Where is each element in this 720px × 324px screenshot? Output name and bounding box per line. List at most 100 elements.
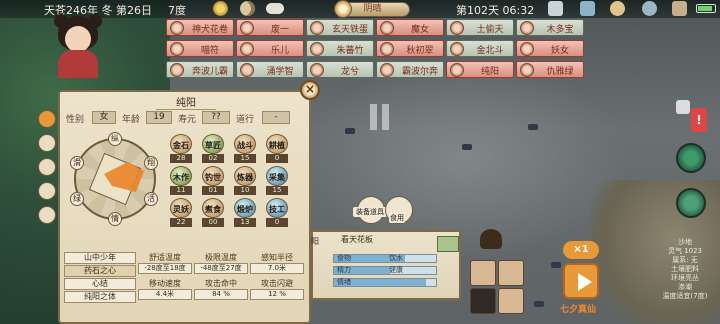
npc-button[interactable]: 龙兮 — [306, 61, 374, 78]
status-bar-label: 精力 — [337, 266, 351, 274]
npc-button[interactable]: 秋初翠 — [376, 40, 444, 57]
skill-slot[interactable]: 技工 0 — [266, 198, 288, 228]
npc-button[interactable]: 朱蕃竹 — [306, 40, 374, 57]
npc-button[interactable]: 废一 — [236, 19, 304, 36]
skill-slot[interactable]: 草匠 02 — [202, 134, 224, 164]
character-portrait[interactable] — [48, 12, 108, 78]
npc-button[interactable]: 魔女 — [376, 19, 444, 36]
lifespan-label: 寿元 — [178, 115, 197, 125]
npc-button[interactable]: 仇雅绿 — [516, 61, 584, 78]
bagua-chart: 纵翔活情 绿 滑 — [70, 132, 158, 226]
skill-name: 金石 — [173, 141, 189, 150]
npc-button[interactable]: 奔波儿霸 — [166, 61, 234, 78]
save-icon[interactable] — [548, 1, 563, 16]
build-tile[interactable] — [498, 288, 524, 314]
weather-badge[interactable]: 阴晴 — [334, 0, 410, 18]
auto-label: 七夕真仙 — [560, 305, 597, 315]
npc-button[interactable]: 霸波尔奔 — [376, 61, 444, 78]
tile-info-line: 环境亮丛 — [671, 274, 699, 282]
play-button[interactable] — [563, 263, 599, 299]
dao-value: - — [262, 111, 290, 124]
npc-name: 金北斗 — [476, 46, 504, 56]
tab-inventory-icon[interactable] — [38, 134, 56, 152]
lifespan-value: ?? — [202, 111, 230, 124]
build-tile[interactable] — [470, 260, 496, 286]
book-icon[interactable] — [672, 1, 687, 16]
skill-slot[interactable]: 木作 11 — [170, 166, 192, 196]
npc-avatar-icon — [170, 42, 184, 56]
status-bar: 食物 饮水 — [333, 254, 437, 263]
trait-tag[interactable]: 纯阳之体 — [64, 291, 136, 303]
npc-name: 魔女 — [410, 25, 429, 35]
skill-slot[interactable]: 耕植 0 — [266, 134, 288, 164]
skill-level: 01 — [202, 186, 224, 195]
build-tile[interactable] — [498, 260, 524, 286]
npc-button[interactable]: 妖女 — [516, 40, 584, 57]
stat-value: 12 % — [250, 289, 304, 300]
skill-name: 技工 — [269, 205, 285, 214]
tile-info-line: 土壤肥料 — [671, 265, 699, 273]
skill-slot[interactable]: 采集 15 — [266, 166, 288, 196]
skill-level: 13 — [234, 218, 256, 227]
npc-button[interactable]: 土偷天 — [446, 19, 514, 36]
gender-value: 女 — [92, 111, 116, 124]
tab-attributes-icon[interactable] — [38, 110, 56, 128]
npc-button[interactable]: 神犬花卷 — [166, 19, 234, 36]
close-button[interactable]: × — [300, 80, 320, 100]
trait-tag[interactable]: 药石之心 — [64, 265, 136, 277]
return-button[interactable] — [676, 188, 706, 218]
npc-button[interactable]: 金北斗 — [446, 40, 514, 57]
npc-avatar-icon — [380, 21, 394, 35]
skill-slot[interactable]: 煅炉 13 — [234, 198, 256, 228]
weather-icon — [334, 0, 352, 18]
gear-icon[interactable] — [642, 1, 657, 16]
build-tile[interactable] — [470, 288, 496, 314]
npc-button[interactable]: 纯阳 — [446, 61, 514, 78]
npc-avatar-icon — [520, 21, 534, 35]
tab-skills-icon[interactable] — [38, 206, 56, 224]
skill-slot[interactable]: 灵妖 22 — [170, 198, 192, 228]
bagua-label: 滑 — [70, 156, 84, 170]
skill-slot[interactable]: 煮食 00 — [202, 198, 224, 228]
npc-avatar-icon — [240, 21, 254, 35]
npc-button[interactable]: 涌学智 — [236, 61, 304, 78]
tab-gender-icon[interactable] — [38, 182, 56, 200]
alert-badge[interactable]: ! — [691, 108, 707, 132]
trait-tag[interactable]: 山中少年 — [64, 252, 136, 264]
tile-info-line: 沙地 — [678, 238, 692, 246]
npc-button[interactable]: 木多宝 — [516, 19, 584, 36]
npc-button[interactable]: 乐儿 — [236, 40, 304, 57]
npc-name: 涌学智 — [266, 67, 294, 77]
status-title: 看天花板 — [341, 235, 373, 244]
npc-button[interactable]: 玄天铁蛋 — [306, 19, 374, 36]
map-icon[interactable] — [580, 1, 595, 16]
pause-icon[interactable] — [368, 104, 392, 130]
battery-icon — [696, 4, 716, 13]
npc-avatar-icon — [310, 63, 324, 77]
skill-name: 煅炉 — [237, 205, 253, 214]
cloud-icon — [266, 3, 284, 14]
skill-name: 战斗 — [237, 141, 253, 150]
skill-slot[interactable]: 钓世 01 — [202, 166, 224, 196]
yinyang-button[interactable] — [676, 143, 706, 173]
compass-icon[interactable] — [610, 1, 625, 16]
trait-tag[interactable]: 心结 — [64, 278, 136, 290]
npc-button[interactable]: 喵符 — [166, 40, 234, 57]
npc-name: 废一 — [270, 25, 289, 35]
npc-name: 乐儿 — [270, 46, 289, 56]
skill-slot[interactable]: 金石 28 — [170, 134, 192, 164]
tile-info-line: 渗潮 — [678, 283, 692, 291]
portrait-bun — [54, 14, 68, 28]
rock — [534, 301, 544, 307]
meditating-figure[interactable] — [480, 229, 502, 249]
chat-icon[interactable] — [676, 100, 690, 114]
status-panel: 阳 看天花板 食物 饮水 精力 健康 情绪 — [311, 230, 461, 300]
bagua-label: 情 — [108, 212, 122, 226]
skill-slot[interactable]: 战斗 15 — [234, 134, 256, 164]
speed-button[interactable]: ×1 — [563, 241, 599, 259]
skill-slot[interactable]: 炼器 10 — [234, 166, 256, 196]
bagua-label: 纵 — [108, 132, 122, 146]
stat-value: 7.0米 — [250, 263, 304, 274]
tab-relations-icon[interactable] — [38, 158, 56, 176]
npc-avatar-icon — [310, 21, 324, 35]
